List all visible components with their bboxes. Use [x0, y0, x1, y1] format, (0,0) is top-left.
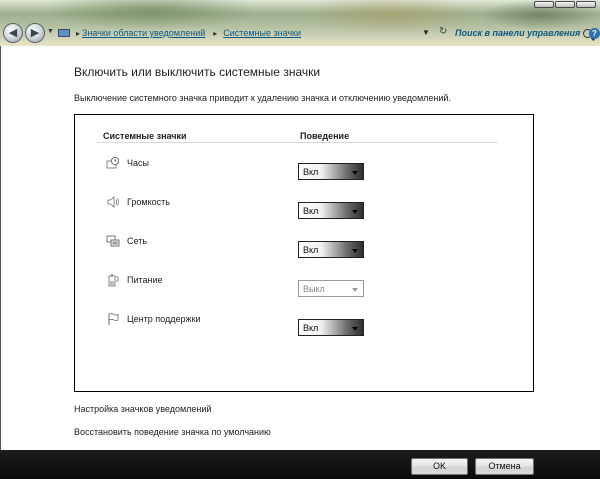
power-behavior-select: Выкл: [298, 280, 364, 297]
action-center-flag-icon: [108, 313, 119, 325]
chevron-right-icon[interactable]: ▸: [76, 29, 80, 38]
minimize-button[interactable]: [534, 1, 554, 8]
clock-behavior-select[interactable]: Вкл: [298, 163, 364, 180]
chevron-down-icon: [352, 249, 358, 253]
network-icon: [106, 235, 120, 247]
breadcrumb-notification-icons[interactable]: Значки области уведомлений: [82, 28, 205, 38]
refresh-icon[interactable]: ↻: [439, 26, 447, 37]
page-description: Выключение системного значка приводит к …: [74, 93, 451, 103]
header-divider: [97, 142, 497, 143]
forward-button[interactable]: ▶: [25, 23, 45, 43]
column-header-icons: Системные значки: [103, 131, 187, 141]
system-icons-panel: Системные значки Поведение Часы Вкл Гром…: [74, 114, 534, 392]
select-value: Вкл: [303, 323, 319, 333]
address-bar[interactable]: ▸ Значки области уведомлений ▸ Системные…: [58, 25, 450, 41]
select-value: Вкл: [303, 206, 319, 216]
clock-icon: [106, 157, 119, 169]
bottom-bar: OK Отмена: [0, 450, 600, 479]
row-label-action-center: Центр поддержки: [127, 314, 201, 324]
search-input[interactable]: Поиск в панели управления: [455, 25, 600, 41]
table-row: Питание Выкл: [75, 274, 533, 297]
recent-pages-dropdown[interactable]: ▼: [47, 28, 54, 35]
row-label-volume: Громкость: [127, 197, 170, 207]
address-dropdown[interactable]: ▼: [422, 28, 430, 37]
row-label-clock: Часы: [127, 158, 149, 168]
power-icon: [108, 274, 119, 287]
row-label-network: Сеть: [127, 236, 148, 246]
control-panel-icon: [58, 29, 70, 37]
help-icon[interactable]: ?: [589, 28, 600, 39]
maximize-button[interactable]: [555, 1, 575, 8]
network-behavior-select[interactable]: Вкл: [298, 241, 364, 258]
page-title: Включить или выключить системные значки: [74, 65, 321, 79]
chevron-right-icon[interactable]: ▸: [213, 29, 217, 38]
select-value: Вкл: [303, 245, 319, 255]
close-button[interactable]: [576, 1, 596, 8]
ok-button[interactable]: OK: [411, 458, 468, 475]
volume-icon: [107, 196, 119, 208]
select-value: Вкл: [303, 167, 319, 177]
row-label-power: Питание: [127, 275, 163, 285]
select-value: Выкл: [303, 284, 325, 294]
action-center-behavior-select[interactable]: Вкл: [298, 319, 364, 336]
customize-notification-icons-link[interactable]: Настройка значков уведомлений: [74, 404, 211, 414]
table-row: Сеть Вкл: [75, 235, 533, 258]
chevron-down-icon: [352, 210, 358, 214]
restore-default-behavior-link[interactable]: Восстановить поведение значка по умолчан…: [74, 427, 271, 437]
window-caption-buttons: [533, 1, 596, 8]
breadcrumb-system-icons[interactable]: Системные значки: [223, 28, 301, 38]
table-row: Часы Вкл: [75, 157, 533, 180]
chevron-down-icon: [352, 288, 358, 292]
chevron-down-icon: [352, 171, 358, 175]
volume-behavior-select[interactable]: Вкл: [298, 202, 364, 219]
table-row: Громкость Вкл: [75, 196, 533, 219]
cancel-button[interactable]: Отмена: [475, 458, 534, 475]
back-button[interactable]: ◀: [3, 23, 23, 43]
search-placeholder[interactable]: Поиск в панели управления: [455, 28, 580, 38]
main-content: Включить или выключить системные значки …: [0, 46, 600, 450]
chevron-down-icon: [352, 327, 358, 331]
table-row: Центр поддержки Вкл: [75, 313, 533, 336]
title-bar: ◀ ▶ ▼ ▸ Значки области уведомлений ▸ Сис…: [0, 0, 600, 46]
column-header-behavior: Поведение: [300, 131, 350, 141]
